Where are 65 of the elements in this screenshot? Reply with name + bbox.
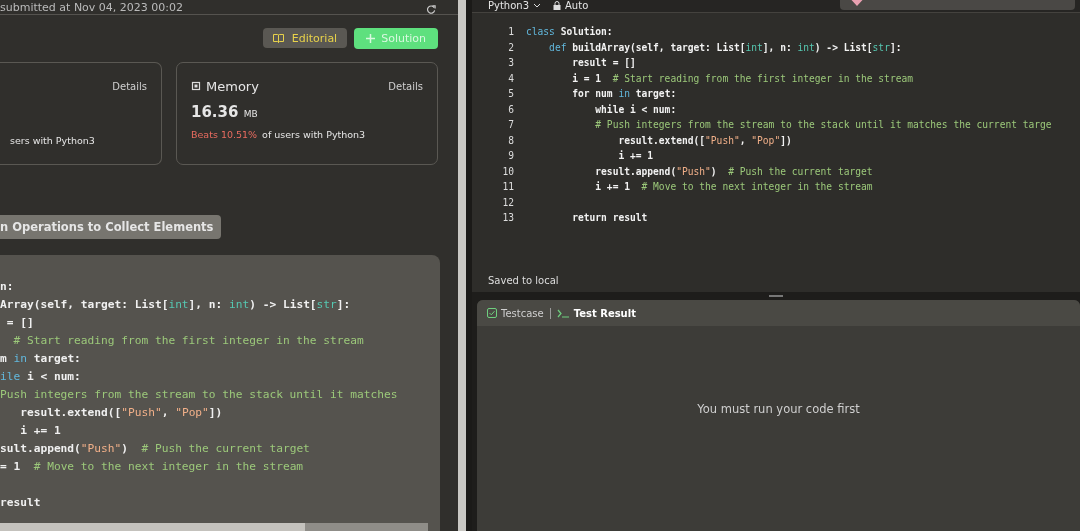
code-line: = 1 # Move to the next integer in the stream <box>0 459 305 475</box>
plus-icon <box>366 34 376 43</box>
line-number: 6 <box>507 102 515 117</box>
code-line: i += 1 <box>617 149 654 163</box>
line-number: 8 <box>507 133 515 148</box>
line-number: 12 <box>501 195 515 210</box>
editorial-button[interactable]: Editorial <box>262 28 348 48</box>
code-line: for num in target: <box>571 87 677 101</box>
code-line: # Push integers from the stream to the stack until it matches the current targe <box>594 118 1052 132</box>
code-line: result.extend(["Push", "Pop"]) <box>19 405 224 421</box>
line-number: 5 <box>507 87 515 101</box>
line-number: 7 <box>507 118 515 132</box>
save-status: Saved to local <box>487 275 560 288</box>
refresh-icon[interactable] <box>427 5 436 14</box>
line-number: 9 <box>507 149 515 163</box>
code-line: n: <box>0 279 15 295</box>
line-number: 11 <box>501 180 515 194</box>
details-link[interactable]: Details <box>388 80 423 92</box>
console-tab[interactable]: Test Result <box>556 307 636 319</box>
chip-icon <box>191 81 201 91</box>
resize-handle[interactable] <box>769 295 783 297</box>
line-number: 1 <box>507 25 515 39</box>
code-line: result.extend(["Push", "Pop"]) <box>617 133 792 148</box>
code-line: Array(self, target: List[int], n: int) -> List[str]: <box>0 297 352 313</box>
empty-result-message: You must run your code first <box>697 401 860 416</box>
stat-caption: of users with Python3 <box>262 129 366 140</box>
code-line: ile i < num: <box>0 369 82 385</box>
line-number: 4 <box>507 71 515 86</box>
chevron-down-icon <box>533 2 542 8</box>
code-line: i += 1 <box>19 423 62 439</box>
code-line: result <box>0 495 42 511</box>
details-link[interactable]: Details <box>112 80 147 92</box>
lock-icon <box>553 0 562 10</box>
card-title: Memory <box>206 78 259 94</box>
code-line: return result <box>571 211 648 225</box>
line-number: 10 <box>501 164 515 179</box>
code-line: while i < num: <box>594 102 677 117</box>
line-number: 2 <box>507 40 515 55</box>
code-line: i += 1 # Move to the next integer in the stream <box>594 180 873 194</box>
code-line: result = [] <box>571 56 636 70</box>
code-line: # Start reading from the first integer in the stream <box>12 333 365 349</box>
checkbox-icon <box>487 308 497 318</box>
code-line: Push integers from the stream to the stack until it matches <box>0 387 399 403</box>
language-dropdown[interactable]: Python3 <box>488 0 542 11</box>
code-line: sult.append("Push") # Push the current target <box>0 441 311 457</box>
code-editor[interactable] <box>472 12 1080 292</box>
code-line: result.append("Push") # Push the current target <box>594 164 873 179</box>
book-icon <box>272 33 284 43</box>
code-line: m in target: <box>0 351 82 367</box>
beats-percent: Beats 10.51% <box>191 129 258 140</box>
stat-caption: sers with Python3 <box>10 135 96 146</box>
submission-time: submitted at Nov 04, 2023 00:02 <box>0 1 184 14</box>
line-number: 3 <box>507 56 515 70</box>
code-line: = [] <box>5 315 35 331</box>
horizontal-scrollbar[interactable] <box>0 523 428 531</box>
terminal-icon <box>556 308 570 318</box>
code-line: i = 1 # Start reading from the first integer in the stream <box>571 71 913 86</box>
line-number: 13 <box>501 211 515 225</box>
console-tab[interactable]: Testcase <box>487 307 544 319</box>
mode-label[interactable]: Auto <box>565 0 589 11</box>
vertical-scrollbar[interactable] <box>458 0 466 531</box>
code-line: class Solution: <box>526 25 613 39</box>
memory-value: 16.36 MB <box>191 103 259 121</box>
code-line: def buildArray(self, target: List[int], n: int) -> List[str]: <box>548 40 902 55</box>
problem-title-tag: n Operations to Collect Elements <box>0 215 222 239</box>
